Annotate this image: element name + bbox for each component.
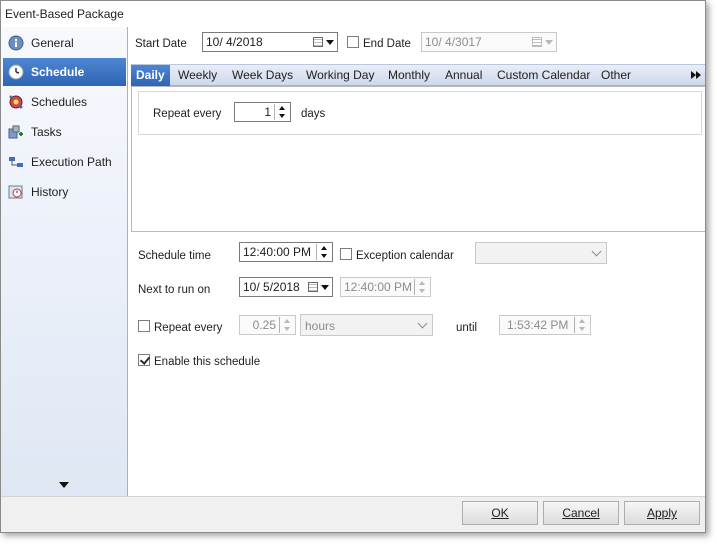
- end-date-picker[interactable]: 10/ 4/3017: [421, 32, 557, 52]
- tab-annual[interactable]: Annual: [440, 65, 487, 86]
- tab-weekly[interactable]: Weekly: [173, 65, 222, 86]
- exception-calendar-select[interactable]: [475, 242, 607, 264]
- sidebar-item-label: Execution Path: [31, 155, 112, 169]
- schedule-time-label: Schedule time: [138, 250, 211, 262]
- start-date-picker[interactable]: 10/ 4/2018: [202, 32, 338, 52]
- calendar-dropdown-icon[interactable]: [313, 35, 335, 49]
- sidebar-item-label: History: [31, 185, 69, 199]
- repeat-interval-stepper[interactable]: 0.25: [239, 315, 296, 335]
- repeat-every-label: Repeat every: [154, 322, 223, 334]
- chevron-down-icon: [591, 246, 602, 257]
- stepper-arrows[interactable]: [414, 279, 429, 295]
- chevron-down-icon: [417, 318, 428, 329]
- exception-calendar-checkbox[interactable]: [340, 248, 352, 260]
- repeat-every-checkbox[interactable]: [138, 320, 150, 332]
- stepper-arrows[interactable]: [279, 317, 294, 333]
- schedules-gear-icon: [7, 93, 25, 111]
- schedule-time-stepper[interactable]: 12:40:00 PM: [239, 242, 333, 262]
- apply-button[interactable]: Apply: [624, 501, 700, 525]
- cancel-button[interactable]: Cancel: [543, 501, 619, 525]
- daily-repeat-stepper[interactable]: 1: [234, 102, 291, 122]
- stepper-arrows[interactable]: [574, 317, 589, 333]
- tab-monthly[interactable]: Monthly: [383, 65, 435, 86]
- sidebar-item-schedule[interactable]: Schedule: [3, 58, 126, 86]
- ok-button[interactable]: OK: [462, 501, 538, 525]
- start-date-label: Start Date: [135, 38, 187, 50]
- until-time-stepper[interactable]: 1:53:42 PM: [499, 315, 591, 335]
- tab-daily[interactable]: Daily: [131, 65, 170, 86]
- daily-tab-panel: Repeat every 1 days: [131, 86, 705, 232]
- next-run-date-picker[interactable]: 10/ 5/2018: [239, 277, 333, 297]
- sidebar-item-general[interactable]: General: [3, 29, 126, 57]
- until-label: until: [456, 322, 478, 334]
- tab-other[interactable]: Other: [596, 65, 636, 86]
- next-run-time-stepper[interactable]: 12:40:00 PM: [340, 277, 431, 297]
- calendar-dropdown-icon[interactable]: [308, 280, 330, 294]
- tab-custom-calendar[interactable]: Custom Calendar: [492, 65, 595, 86]
- tasks-icon: [7, 123, 25, 141]
- title-bar: Event-Based Package: [1, 1, 705, 27]
- daily-options-group: Repeat every 1 days: [138, 91, 702, 135]
- tab-scroll-right-icon[interactable]: [691, 71, 701, 79]
- sidebar-scroll-down-icon[interactable]: [59, 482, 69, 488]
- sidebar-item-execution-path[interactable]: Execution Path: [3, 148, 126, 176]
- stepper-arrows[interactable]: [274, 104, 289, 120]
- sidebar: General Schedule Schedules Tasks Executi…: [1, 27, 128, 496]
- daily-repeat-label: Repeat every: [153, 108, 222, 120]
- window-title: Event-Based Package: [5, 7, 124, 21]
- stepper-arrows[interactable]: [316, 244, 331, 260]
- enable-schedule-label: Enable this schedule: [154, 356, 261, 368]
- calendar-dropdown-icon[interactable]: [532, 35, 554, 49]
- next-run-label: Next to run on: [138, 284, 211, 296]
- recurrence-tab-bar: Daily Weekly Week Days Working Day Month…: [131, 64, 705, 86]
- execution-path-icon: [7, 153, 25, 171]
- exception-calendar-label: Exception calendar: [356, 250, 454, 262]
- sidebar-item-tasks[interactable]: Tasks: [3, 118, 126, 146]
- daily-unit-label: days: [301, 108, 326, 120]
- sidebar-item-label: General: [31, 36, 74, 50]
- clock-icon: [7, 63, 25, 81]
- tab-week-days[interactable]: Week Days: [227, 65, 298, 86]
- sidebar-item-schedules[interactable]: Schedules: [3, 88, 126, 116]
- sidebar-item-history[interactable]: History: [3, 178, 126, 206]
- schedule-content: Start Date 10/ 4/2018 End Date 10/ 4/301…: [128, 27, 705, 496]
- enable-schedule-checkbox[interactable]: [138, 354, 150, 366]
- sidebar-item-label: Tasks: [31, 125, 62, 139]
- sidebar-item-label: Schedule: [31, 65, 85, 79]
- tab-working-day[interactable]: Working Day: [301, 65, 379, 86]
- dialog-footer: OK Cancel Apply: [1, 496, 705, 532]
- end-date-checkbox[interactable]: [347, 36, 359, 48]
- repeat-unit-select[interactable]: hours: [300, 314, 433, 336]
- sidebar-item-label: Schedules: [31, 95, 88, 109]
- end-date-label: End Date: [363, 38, 411, 50]
- history-icon: [7, 183, 25, 201]
- info-icon: [7, 34, 25, 52]
- event-based-package-window: Event-Based Package General Schedule Sch…: [0, 0, 706, 533]
